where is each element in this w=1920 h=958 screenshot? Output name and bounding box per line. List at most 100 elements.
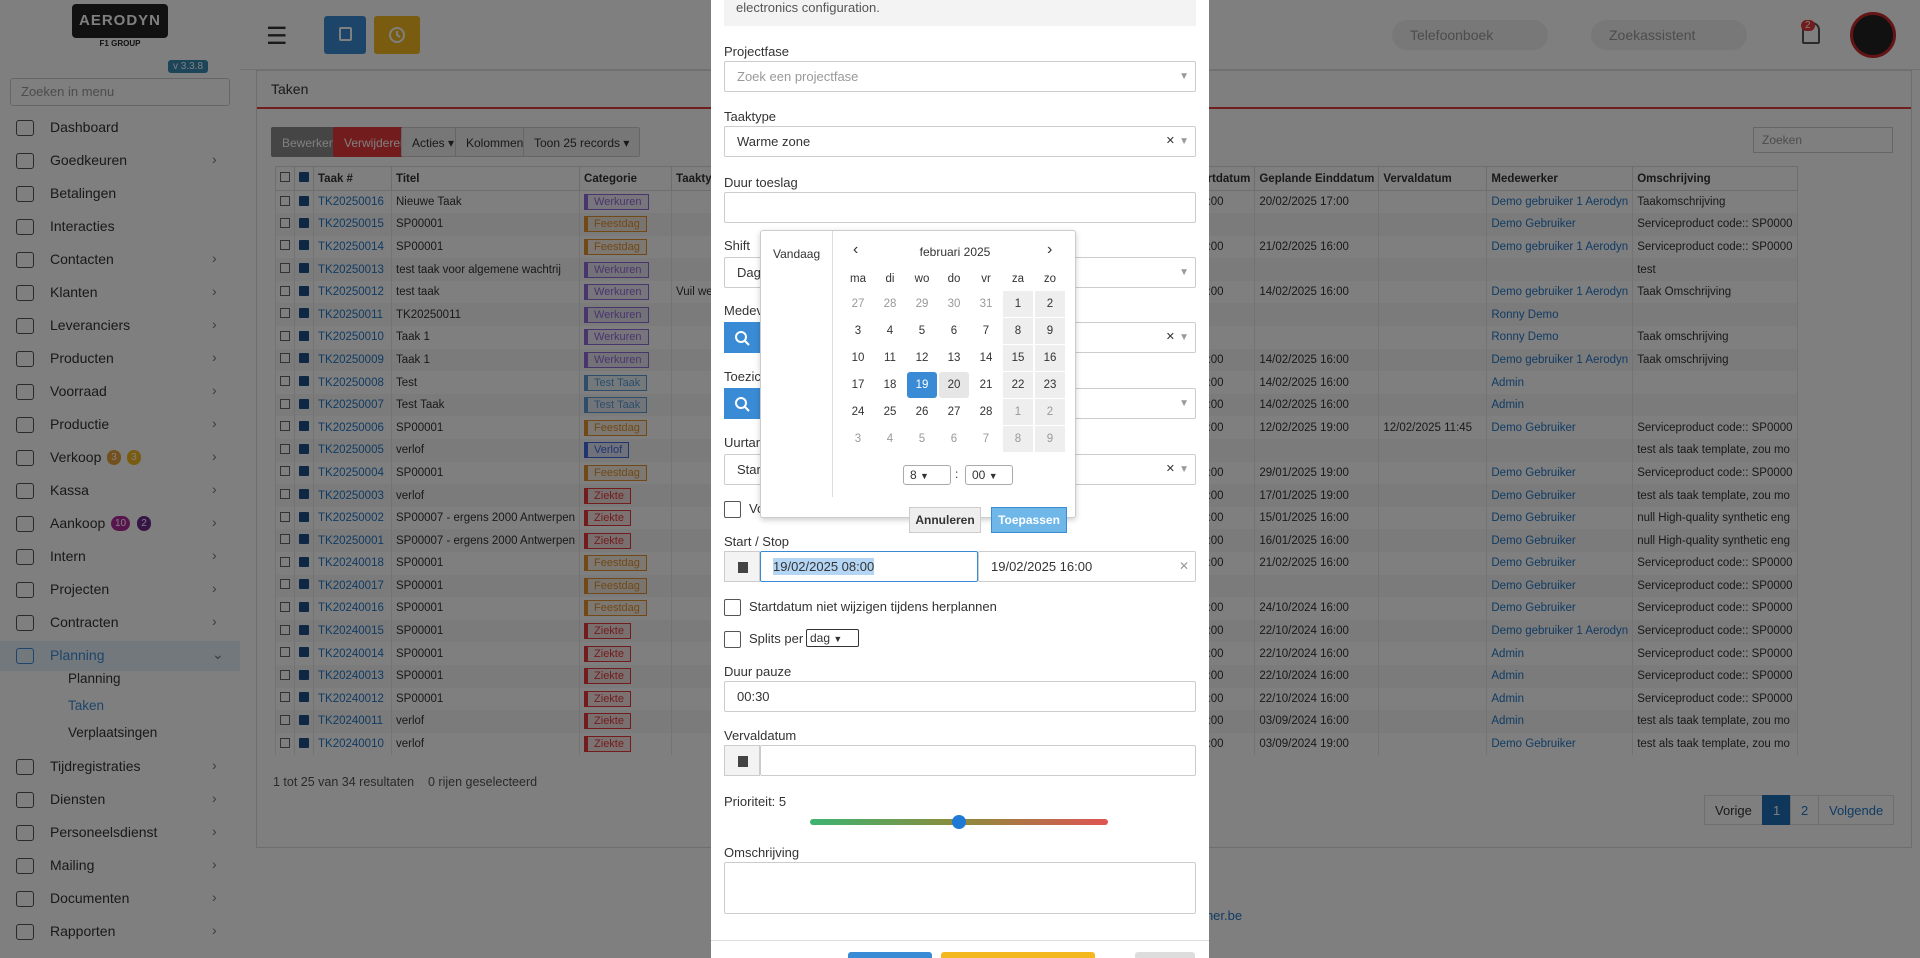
clear-icon[interactable]: ✕ [1166,323,1175,352]
start-calendar-addon[interactable] [724,551,760,582]
calendar-day[interactable]: 15 [1003,345,1033,371]
picker-cancel-button[interactable]: Annuleren [909,507,981,533]
calendar-day[interactable]: 13 [939,345,969,371]
calendar-day[interactable]: 8 [1003,426,1033,452]
calendar-day[interactable]: 28 [971,399,1001,425]
calendar-day[interactable]: 24 [843,399,873,425]
calendar-day[interactable]: 5 [907,318,937,344]
calendar-day[interactable]: 8 [1003,318,1033,344]
calendar-day[interactable]: 27 [939,399,969,425]
calendar-day[interactable]: 6 [939,318,969,344]
calendar-day[interactable]: 2 [1035,291,1065,317]
calendar-day[interactable]: 7 [971,318,1001,344]
chevron-down-icon: ▼ [1179,398,1189,409]
calendar-day[interactable]: 3 [843,426,873,452]
toezicht-search-button[interactable] [724,388,760,419]
calendar-day[interactable]: 20 [939,372,969,398]
footer-button-grey[interactable] [1135,952,1195,958]
calendar-day[interactable]: 5 [907,426,937,452]
clear-date-icon[interactable]: ✕ [1179,552,1189,581]
medewerker-search-button[interactable] [724,322,760,353]
taaktype-select[interactable]: Warme zone ✕ ▼ [724,126,1196,157]
priority-slider[interactable] [810,815,1108,829]
hour-value: 8 [910,468,917,482]
end-date-value: 19/02/2025 16:00 [991,559,1093,574]
calendar-day[interactable]: 9 [1035,318,1065,344]
weekday-header: wo [914,273,930,285]
pause-value: 00:30 [737,689,770,704]
next-month-icon[interactable]: › [1047,241,1052,259]
calendar-day[interactable]: 4 [875,426,905,452]
due-input[interactable] [760,745,1196,776]
calendar-day[interactable]: 11 [875,345,905,371]
calendar-day[interactable]: 16 [1035,345,1065,371]
calendar-day[interactable]: 9 [1035,426,1065,452]
split-checkbox[interactable] [724,631,741,648]
no-reschedule-checkbox[interactable] [724,599,741,616]
split-value: dag [810,631,831,645]
calendar-day[interactable]: 14 [971,345,1001,371]
weekday-header: vr [981,273,991,285]
pause-input[interactable]: 00:30 [724,681,1196,712]
uurtarief-value: Star [737,462,761,477]
minute-select[interactable]: 00 ▼ [965,465,1013,485]
calendar-day[interactable]: 1 [1003,399,1033,425]
weekday-header: do [947,273,961,285]
calendar-day[interactable]: 28 [875,291,905,317]
calendar-day[interactable]: 21 [971,372,1001,398]
projectfase-label: Projectfase [724,44,790,59]
calendar-day[interactable]: 1 [1003,291,1033,317]
medewerker-label: Medev [724,303,764,318]
end-date-input[interactable]: 19/02/2025 16:00 ✕ [978,551,1196,582]
calendar-day[interactable]: 26 [907,399,937,425]
vo-checkbox[interactable] [724,501,741,518]
priority-slider-thumb[interactable] [952,815,966,829]
pause-label: Duur pauze [724,664,792,679]
calendar-day[interactable]: 31 [971,291,1001,317]
calendar-day[interactable]: 10 [843,345,873,371]
calendar-day[interactable]: 12 [907,345,937,371]
calendar-day[interactable]: 27 [843,291,873,317]
projectfase-placeholder: Zoek een projectfase [737,69,859,84]
modal-footer-divider [711,940,1209,941]
hour-select[interactable]: 8 ▼ [903,465,951,485]
calendar-day[interactable]: 22 [1003,372,1033,398]
calendar-day[interactable]: 17 [843,372,873,398]
calendar-day[interactable]: 18 [875,372,905,398]
due-label: Vervaldatum [724,728,797,743]
calendar-day[interactable]: 6 [939,426,969,452]
clear-icon[interactable]: ✕ [1166,127,1175,156]
calendar-day[interactable]: 29 [907,291,937,317]
calendar-day[interactable]: 2 [1035,399,1065,425]
due-calendar-addon[interactable] [724,745,760,776]
today-range[interactable]: Vandaag [773,247,820,261]
chevron-down-icon: ▼ [988,471,998,481]
description-label: Omschrijving [724,845,800,860]
start-date-input[interactable]: 19/02/2025 08:00 [760,551,978,582]
footer-button-yellow[interactable] [941,952,1095,958]
weekday-header: zo [1043,273,1057,285]
priority-label: Prioriteit: 5 [724,794,787,809]
calendar-day[interactable]: 19 [907,372,937,398]
minute-value: 00 [972,468,986,482]
split-select[interactable]: dag ▼ [806,629,859,647]
calendar-icon [738,756,748,767]
clear-icon[interactable]: ✕ [1166,455,1175,484]
footer-button-blue[interactable] [848,952,932,958]
picker-apply-button[interactable]: Toepassen [991,507,1067,533]
projectfase-select[interactable]: Zoek een projectfase ▼ [724,61,1196,92]
uurtarief-label: Uurtar [724,435,761,450]
search-icon [735,331,750,346]
description-textarea[interactable] [724,862,1196,914]
split-label: Splits per [749,631,804,646]
shift-label: Shift [724,238,751,253]
calendar-day[interactable]: 25 [875,399,905,425]
duur-toeslag-input[interactable] [724,192,1196,223]
calendar-day[interactable]: 7 [971,426,1001,452]
calendar-day[interactable]: 23 [1035,372,1065,398]
start-date-value: 19/02/2025 08:00 [773,558,875,575]
calendar-day[interactable]: 3 [843,318,873,344]
chevron-down-icon: ▼ [1179,71,1189,82]
calendar-day[interactable]: 30 [939,291,969,317]
calendar-day[interactable]: 4 [875,318,905,344]
